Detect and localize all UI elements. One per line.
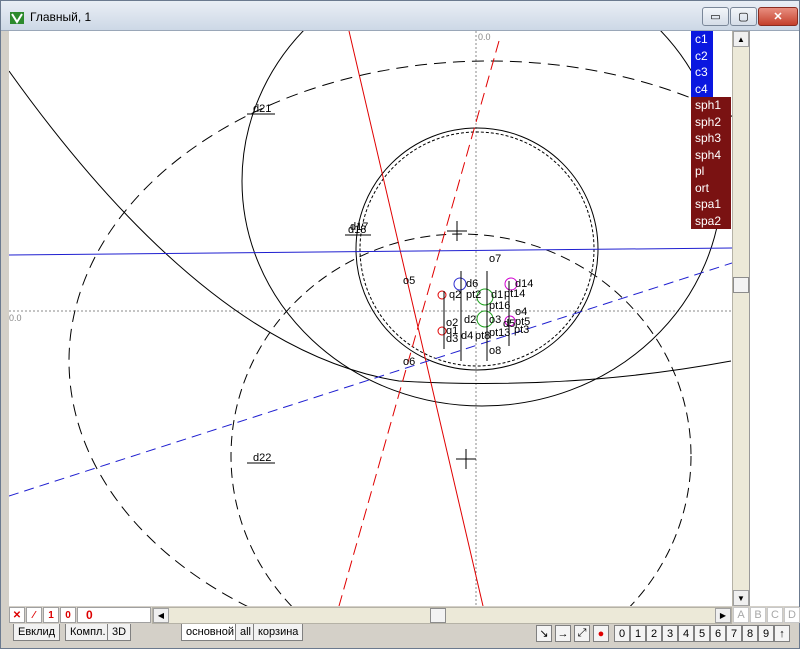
- minimize-button[interactable]: ▭: [702, 7, 729, 26]
- digit-button-9[interactable]: 9: [758, 625, 774, 642]
- tool-resize-icon[interactable]: ⤢: [574, 625, 590, 642]
- label-d5: d5: [503, 318, 515, 330]
- label-d22: d22: [253, 452, 271, 464]
- layer-item-spa2[interactable]: spa2: [691, 212, 731, 229]
- tab-kompl[interactable]: Компл.: [65, 624, 111, 641]
- label-pt14: pt14: [504, 288, 525, 300]
- circle-d21[interactable]: [241, 31, 723, 407]
- layer-item-sph4[interactable]: sph4: [691, 146, 731, 163]
- drawing-canvas[interactable]: 0.0 0.0 d21 d22 d18 d17 o5 o6 o7 o8 d6 d…: [9, 31, 732, 606]
- status-slash-icon[interactable]: ⁄: [26, 607, 42, 623]
- label-o7: o7: [489, 253, 501, 265]
- digit-button-4[interactable]: 4: [678, 625, 694, 642]
- tab-osnovnoy[interactable]: основной: [181, 624, 239, 641]
- digit-button-7[interactable]: 7: [726, 625, 742, 642]
- main-window: Главный, 1 ▭ ▢ ✕ 0.0 0.0 d21 d22 d18 d17…: [0, 0, 800, 649]
- label-d2: d2: [464, 314, 476, 326]
- bottom-toolbar: ↘ → ⤢ ● 0 1 2 3 4 5 6 7 8 9 ↑: [536, 624, 799, 644]
- digit-button-3[interactable]: 3: [662, 625, 678, 642]
- status-count-2: 0: [60, 607, 76, 623]
- layer-item-c4[interactable]: c4: [691, 80, 713, 97]
- label-pt8: pt8: [475, 330, 490, 342]
- digit-button-2[interactable]: 2: [646, 625, 662, 642]
- status-count-3: 0: [77, 607, 151, 623]
- letter-b-button[interactable]: B: [750, 607, 766, 623]
- label-o8: o8: [489, 345, 501, 357]
- letter-c-button[interactable]: C: [767, 607, 783, 623]
- x-axis-label: 0.0: [9, 313, 22, 323]
- label-o6: o6: [403, 356, 415, 368]
- point-q2[interactable]: [437, 290, 447, 300]
- geometry-drawing[interactable]: 0.0 0.0 d21 d22 d18 d17 o5 o6 o7 o8 d6 d…: [9, 31, 732, 606]
- label-q2: q2: [449, 289, 461, 301]
- tab-korzina[interactable]: корзина: [253, 624, 304, 641]
- label-d17: d17: [350, 221, 368, 233]
- y-axis-label: 0.0: [478, 32, 491, 42]
- minimize-icon: ▭: [710, 11, 721, 23]
- label-d4: d4: [461, 330, 473, 342]
- status-bar: ✕ ⁄ 1 0 0 ◀ ▶ A B C D: [9, 606, 800, 624]
- digit-button-8[interactable]: 8: [742, 625, 758, 642]
- layer-item-c1[interactable]: c1: [691, 31, 713, 48]
- scroll-left-icon[interactable]: ◀: [153, 608, 169, 623]
- status-cross-icon[interactable]: ✕: [9, 607, 25, 623]
- horizontal-scrollbar[interactable]: ◀ ▶: [152, 607, 732, 624]
- layer-item-spa1[interactable]: spa1: [691, 196, 731, 213]
- point-q1[interactable]: [437, 326, 447, 336]
- maximize-button[interactable]: ▢: [730, 7, 757, 26]
- horizontal-scroll-thumb[interactable]: [430, 608, 446, 623]
- letter-a-button[interactable]: A: [733, 607, 749, 623]
- vertical-scroll-thumb[interactable]: [733, 277, 749, 293]
- tool-arrow-diagonal-icon[interactable]: ↘: [536, 625, 552, 642]
- red-solid-line[interactable]: [348, 31, 484, 606]
- digit-button-5[interactable]: 5: [694, 625, 710, 642]
- digit-button-6[interactable]: 6: [710, 625, 726, 642]
- window-title: Главный, 1: [30, 10, 92, 24]
- digit-button-1[interactable]: 1: [630, 625, 646, 642]
- close-button[interactable]: ✕: [758, 7, 798, 26]
- label-d3: d3: [446, 333, 458, 345]
- layer-item-sph3[interactable]: sph3: [691, 130, 731, 147]
- tab-evklid[interactable]: Евклид: [13, 624, 61, 641]
- circle-big-dashed[interactable]: [68, 60, 732, 606]
- tool-record-icon[interactable]: ●: [593, 625, 609, 642]
- curve-lower-arc[interactable]: [9, 70, 732, 384]
- sheet-tabs: Евклид Компл. 3D основной all корзина: [9, 624, 529, 642]
- label-o5: o5: [403, 275, 415, 287]
- title-bar[interactable]: Главный, 1 ▭ ▢ ✕: [1, 1, 799, 31]
- tab-3d[interactable]: 3D: [107, 624, 132, 641]
- layer-item-sph2[interactable]: sph2: [691, 113, 731, 130]
- label-pt16: pt16: [489, 300, 510, 312]
- layer-list[interactable]: c1 c2 c3 c4 sph1 sph2 sph3 sph4 pl ort s…: [691, 31, 731, 229]
- tool-arrow-right-icon[interactable]: →: [555, 625, 571, 642]
- right-panel: [749, 31, 799, 606]
- label-o3: o3: [489, 314, 501, 326]
- layer-item-c2[interactable]: c2: [691, 47, 713, 64]
- layer-item-c3[interactable]: c3: [691, 64, 713, 81]
- status-count-1: 1: [43, 607, 59, 623]
- label-pt5: pt5: [515, 316, 530, 328]
- letter-d-button[interactable]: D: [784, 607, 800, 623]
- scroll-right-icon[interactable]: ▶: [715, 608, 731, 623]
- label-pt2: pt2: [466, 289, 481, 301]
- close-icon: ✕: [773, 11, 783, 23]
- point-labels: d21 d22 d18 d17 o5 o6 o7 o8 d6 d14 o2 q2…: [247, 103, 533, 464]
- layer-item-pl[interactable]: pl: [691, 163, 731, 180]
- vertical-scrollbar[interactable]: ▲ ▼: [732, 31, 749, 606]
- scroll-down-icon[interactable]: ▼: [733, 590, 749, 606]
- label-d21: d21: [253, 103, 271, 115]
- layer-item-ort[interactable]: ort: [691, 179, 731, 196]
- layer-item-sph1[interactable]: sph1: [691, 97, 731, 114]
- maximize-icon: ▢: [738, 11, 749, 23]
- app-icon: [10, 12, 24, 24]
- scroll-up-icon[interactable]: ▲: [733, 31, 749, 47]
- arrow-up-button[interactable]: ↑: [774, 625, 790, 642]
- blue-solid-line[interactable]: [9, 247, 732, 256]
- digit-button-0[interactable]: 0: [614, 625, 630, 642]
